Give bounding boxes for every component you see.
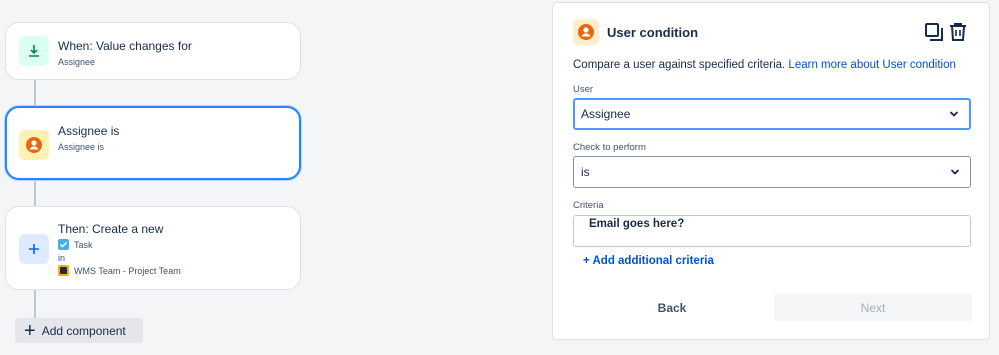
trigger-subtitle: Assignee (58, 57, 96, 67)
description-text: Compare a user against specified criteri… (573, 59, 786, 71)
add-component-label: Add component (41, 323, 126, 338)
check-label: Check to perform (573, 142, 646, 153)
checkbox-icon (58, 239, 69, 250)
condition-title: Assignee is (58, 124, 120, 138)
criteria-input[interactable]: Email goes here? (573, 215, 971, 247)
panel-title: User condition (607, 25, 699, 40)
criteria-label: Criteria (573, 200, 604, 211)
action-card[interactable]: Then: Create a new Task in WMS Team - Pr… (5, 206, 301, 290)
chevron-down-icon (950, 169, 960, 175)
user-select-value: Assignee (581, 107, 631, 121)
user-icon (19, 130, 49, 160)
trigger-card[interactable]: When: Value changes for Assignee (5, 22, 301, 80)
back-button[interactable]: Back (615, 295, 729, 321)
condition-card[interactable]: Assignee is Assignee is (5, 106, 301, 180)
flow-connector (34, 290, 36, 318)
plus-icon: + (24, 319, 36, 342)
next-button[interactable]: Next (774, 294, 972, 321)
action-title: Then: Create a new (58, 222, 164, 236)
copy-icon[interactable] (924, 22, 944, 47)
check-select-value: is (581, 165, 590, 179)
flow-connector (34, 180, 36, 208)
add-component-button[interactable]: + Add component (15, 318, 143, 343)
user-icon (573, 19, 599, 45)
chevron-down-icon (949, 111, 959, 117)
trash-icon[interactable] (949, 22, 967, 47)
download-arrow-icon (19, 36, 49, 66)
action-issue-type: Task (58, 239, 93, 250)
user-label: User (573, 84, 594, 95)
action-issue-type-label: Task (74, 239, 93, 250)
user-condition-panel: User condition Compare a user against sp… (552, 2, 990, 340)
action-project: WMS Team - Project Team (58, 265, 181, 276)
learn-more-link[interactable]: Learn more about User condition (788, 59, 956, 71)
add-criteria-link[interactable]: + Add additional criteria (583, 255, 714, 267)
user-select[interactable]: Assignee (573, 98, 971, 130)
project-icon (58, 265, 69, 276)
plus-icon (19, 234, 49, 264)
condition-subtitle: Assignee is (58, 142, 105, 152)
action-project-label: WMS Team - Project Team (74, 265, 181, 276)
check-select[interactable]: is (573, 156, 971, 188)
action-in-label: in (58, 253, 66, 263)
flow-connector (34, 80, 36, 108)
panel-description: Compare a user against specified criteri… (573, 59, 956, 71)
trigger-title: When: Value changes for (58, 39, 192, 53)
